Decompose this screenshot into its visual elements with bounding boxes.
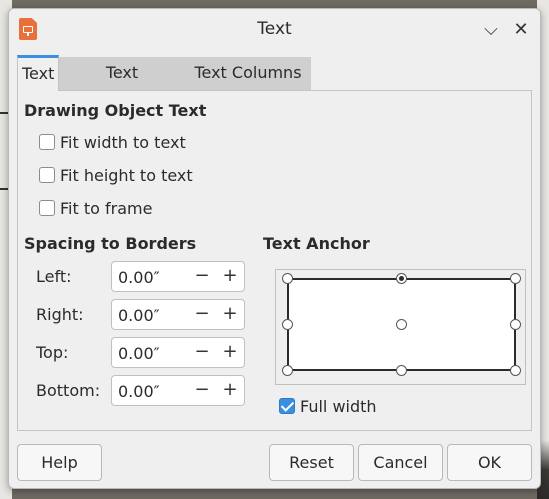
fit-width-checkbox[interactable] xyxy=(39,134,55,150)
top-label: Top: xyxy=(36,343,69,362)
anchor-bottom-center[interactable] xyxy=(396,365,407,376)
reset-button[interactable]: Reset xyxy=(269,444,354,481)
chevron-down-icon[interactable]: ⌵ xyxy=(479,17,503,41)
title-bar: Text ⌵ ✕ xyxy=(9,9,540,49)
tab-text-animation[interactable]: Text Animation xyxy=(59,57,185,114)
top-spinner: − + xyxy=(111,337,245,368)
fit-frame-option[interactable]: Fit to frame xyxy=(39,197,152,219)
anchor-bottom-right[interactable] xyxy=(510,365,521,376)
top-input[interactable] xyxy=(118,342,188,364)
close-icon[interactable]: ✕ xyxy=(509,17,533,41)
help-button[interactable]: Help xyxy=(17,444,102,481)
left-input[interactable] xyxy=(118,266,188,288)
bottom-input[interactable] xyxy=(118,380,188,402)
anchor-top-right[interactable] xyxy=(510,273,521,284)
dialog-title: Text xyxy=(257,19,292,39)
right-spinner: − + xyxy=(111,299,245,330)
right-input[interactable] xyxy=(118,304,188,326)
bottom-decrease-button[interactable]: − xyxy=(190,379,214,403)
anchor-middle-right[interactable] xyxy=(510,319,521,330)
top-decrease-button[interactable]: − xyxy=(190,341,214,365)
ok-button[interactable]: OK xyxy=(447,444,532,481)
right-decrease-button[interactable]: − xyxy=(190,303,214,327)
left-spinner: − + xyxy=(111,261,245,292)
fit-frame-checkbox[interactable] xyxy=(39,200,55,216)
full-width-option[interactable]: Full width xyxy=(279,395,377,417)
text-anchor-heading: Text Anchor xyxy=(263,234,370,253)
bottom-increase-button[interactable]: + xyxy=(218,379,242,403)
anchor-bottom-left[interactable] xyxy=(282,365,293,376)
fit-height-checkbox[interactable] xyxy=(39,167,55,183)
full-width-label: Full width xyxy=(300,396,377,416)
left-label: Left: xyxy=(36,267,72,286)
anchor-middle-left[interactable] xyxy=(282,319,293,330)
anchor-center[interactable] xyxy=(396,319,407,330)
fit-height-label: Fit height to text xyxy=(60,165,193,185)
bottom-label: Bottom: xyxy=(36,381,101,400)
right-increase-button[interactable]: + xyxy=(218,303,242,327)
text-anchor-selector xyxy=(275,269,526,385)
left-increase-button[interactable]: + xyxy=(218,265,242,289)
right-label: Right: xyxy=(36,305,84,324)
text-dialog: Text ⌵ ✕ Text Text Animation Text Column… xyxy=(8,8,541,489)
fit-width-option[interactable]: Fit width to text xyxy=(39,131,186,153)
fit-frame-label: Fit to frame xyxy=(60,198,153,218)
tab-text[interactable]: Text xyxy=(17,55,59,91)
drawing-object-text-heading: Drawing Object Text xyxy=(24,101,207,120)
fit-width-label: Fit width to text xyxy=(60,132,186,152)
anchor-top-left[interactable] xyxy=(282,273,293,284)
top-increase-button[interactable]: + xyxy=(218,341,242,365)
bottom-spinner: − + xyxy=(111,375,245,406)
fit-height-option[interactable]: Fit height to text xyxy=(39,164,193,186)
cancel-button[interactable]: Cancel xyxy=(358,444,443,481)
full-width-checkbox[interactable] xyxy=(279,398,295,414)
anchor-top-center[interactable] xyxy=(396,273,407,284)
tab-text-columns[interactable]: Text Columns xyxy=(185,57,311,91)
spacing-to-borders-heading: Spacing to Borders xyxy=(24,234,197,253)
text-tab-panel: Drawing Object Text Fit width to text Fi… xyxy=(17,90,532,431)
left-decrease-button[interactable]: − xyxy=(190,265,214,289)
